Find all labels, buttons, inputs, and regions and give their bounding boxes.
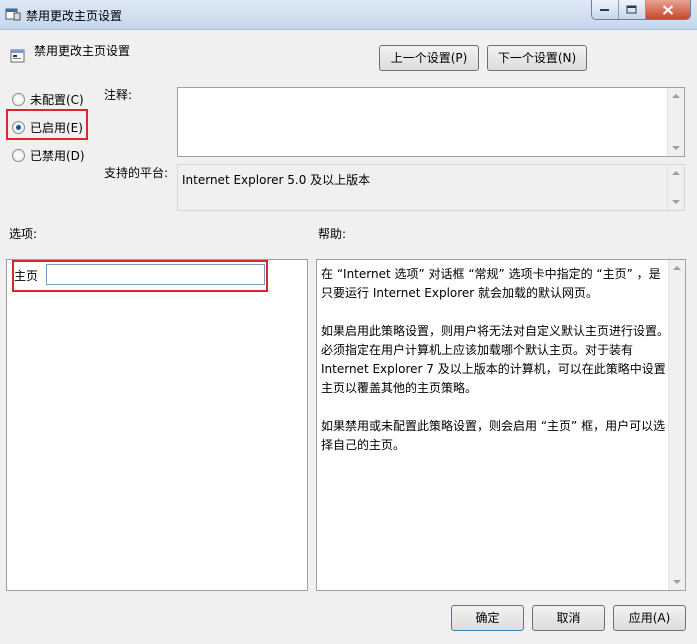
highlight-box <box>6 109 88 140</box>
scroll-down-icon[interactable] <box>672 200 680 204</box>
radio-label: 未配置(C) <box>30 93 84 107</box>
scroll-up-icon[interactable] <box>673 266 681 270</box>
minimize-icon <box>600 8 609 11</box>
scroll-down-icon[interactable] <box>672 146 680 150</box>
apply-button[interactable]: 应用(A) <box>613 605 686 631</box>
comment-label: 注释: <box>104 88 133 102</box>
comment-scrollbar[interactable] <box>667 88 684 156</box>
previous-setting-button[interactable]: 上一个设置(P) <box>379 45 479 71</box>
help-scrollbar[interactable] <box>668 260 685 590</box>
title-bar: 禁用更改主页设置 <box>0 0 697 30</box>
radio-not-configured[interactable]: 未配置(C) <box>12 91 84 108</box>
close-icon <box>662 4 674 15</box>
highlight-box <box>12 260 268 292</box>
policy-icon <box>10 48 26 64</box>
scroll-up-icon[interactable] <box>672 94 680 98</box>
policy-name: 禁用更改主页设置 <box>34 44 131 58</box>
help-label: 帮助: <box>318 227 347 241</box>
comment-textarea[interactable] <box>177 87 685 157</box>
scroll-up-icon[interactable] <box>672 171 680 175</box>
radio-circle[interactable] <box>12 149 25 162</box>
platform-field: Internet Explorer 5.0 及以上版本 <box>177 164 685 211</box>
cancel-button[interactable]: 取消 <box>532 605 605 631</box>
help-paragraph: 如果禁用或未配置此策略设置，则会启用 “主页” 框，用户可以选择自己的主页。 <box>321 419 666 452</box>
options-label: 选项: <box>9 227 38 241</box>
help-paragraph: 如果启用此策略设置，则用户将无法对自定义默认主页进行设置。必须指定在用户计算机上… <box>321 324 670 395</box>
platform-label: 支持的平台: <box>104 166 169 180</box>
ok-button[interactable]: 确定 <box>451 605 524 631</box>
next-setting-button[interactable]: 下一个设置(N) <box>487 45 587 71</box>
radio-disabled[interactable]: 已禁用(D) <box>12 147 85 164</box>
policy-setting-icon <box>5 6 21 22</box>
minimize-button[interactable] <box>592 0 619 19</box>
options-panel <box>6 259 308 591</box>
platform-value: Internet Explorer 5.0 及以上版本 <box>182 173 371 187</box>
close-button[interactable] <box>646 0 690 19</box>
window-title: 禁用更改主页设置 <box>26 9 123 23</box>
help-paragraph: 在 “Internet 选项” 对话框 “常规” 选项卡中指定的 “主页” ，是… <box>321 267 661 300</box>
radio-circle[interactable] <box>12 93 25 106</box>
maximize-button[interactable] <box>619 0 646 19</box>
help-panel: 在 “Internet 选项” 对话框 “常规” 选项卡中指定的 “主页” ，是… <box>316 259 686 591</box>
dialog-body: 禁用更改主页设置 上一个设置(P) 下一个设置(N) 未配置(C) 已启用(E)… <box>0 31 697 644</box>
radio-label: 已禁用(D) <box>30 149 85 163</box>
scroll-down-icon[interactable] <box>673 580 681 584</box>
window-controls <box>591 0 691 20</box>
platform-scrollbar[interactable] <box>667 165 684 210</box>
help-text: 在 “Internet 选项” 对话框 “常规” 选项卡中指定的 “主页” ，是… <box>321 265 669 474</box>
maximize-icon <box>626 5 637 13</box>
